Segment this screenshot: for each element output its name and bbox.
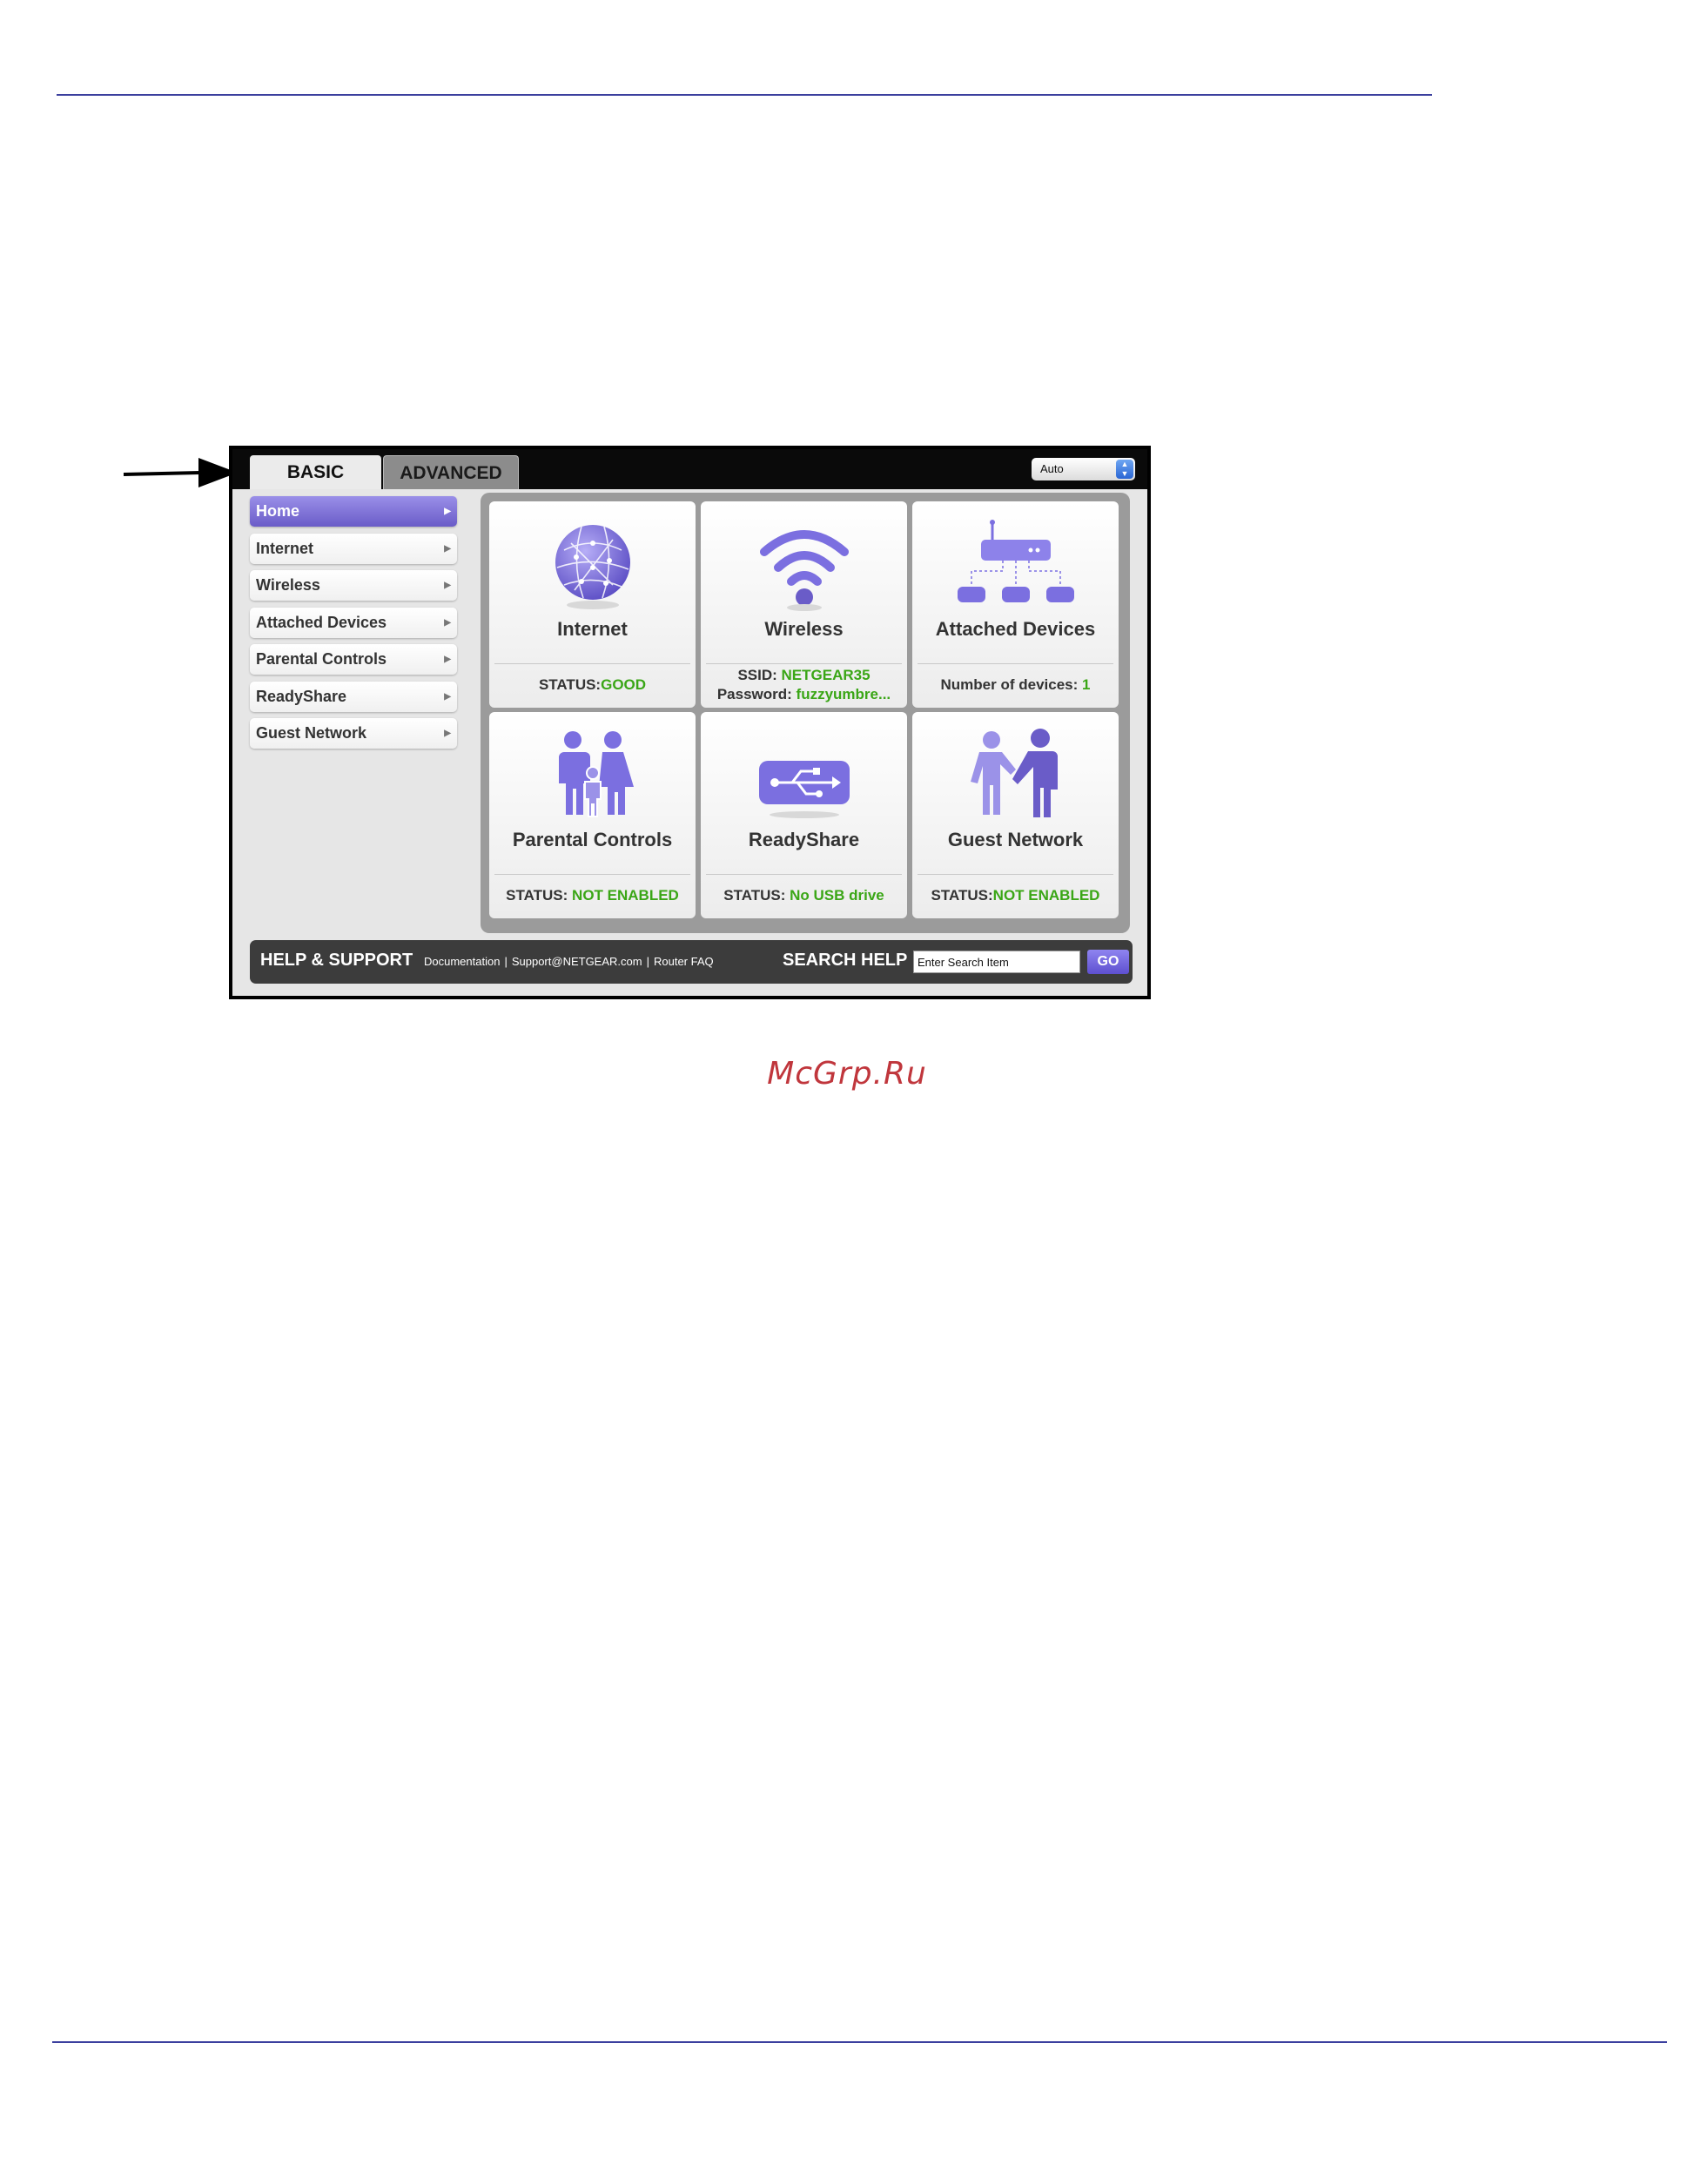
- sidebar-item-internet[interactable]: Internet ▶: [250, 533, 457, 564]
- ssid-value: NETGEAR35: [781, 667, 871, 683]
- wifi-icon: [759, 530, 849, 611]
- sidebar-item-readyshare[interactable]: ReadyShare ▶: [250, 681, 457, 712]
- card-title: Parental Controls: [512, 829, 673, 850]
- card-status: STATUS: No USB drive: [723, 887, 884, 904]
- sidebar-item-label: Parental Controls: [256, 650, 387, 668]
- network-devices-icon: [957, 520, 1074, 602]
- sidebar: Home ▶ Internet ▶ Wireless ▶ Attached De…: [250, 496, 457, 756]
- support-email-link[interactable]: Support@NETGEAR.com: [512, 955, 642, 968]
- card-status: STATUS: NOT ENABLED: [506, 887, 679, 904]
- tab-advanced[interactable]: ADVANCED: [383, 455, 519, 489]
- select-arrows-icon: ▲ ▼: [1116, 460, 1133, 479]
- card-title: ReadyShare: [748, 829, 860, 850]
- top-rule: [57, 94, 1432, 96]
- router-faq-link[interactable]: Router FAQ: [654, 955, 714, 968]
- family-icon: [558, 731, 634, 817]
- router-admin-window: BASIC ADVANCED Auto ▲ ▼ Home ▶ Internet ▶…: [229, 446, 1151, 999]
- sidebar-item-label: Internet: [256, 539, 314, 557]
- sidebar-item-wireless[interactable]: Wireless ▶: [250, 570, 457, 601]
- usb-icon: [758, 761, 850, 818]
- card-status: Number of devices: 1: [940, 676, 1091, 693]
- handshake-icon: [970, 729, 1058, 817]
- chevron-right-icon: ▶: [444, 655, 451, 664]
- chevron-right-icon: ▶: [444, 507, 451, 516]
- dashboard-grid: Internet STATUS:GOOD Wireless SSID: NETG…: [481, 493, 1130, 933]
- chevron-right-icon: ▶: [444, 729, 451, 738]
- sidebar-item-label: Home: [256, 502, 300, 520]
- sidebar-item-label: Attached Devices: [256, 613, 387, 631]
- help-title: HELP & SUPPORT: [260, 951, 413, 970]
- card-internet[interactable]: Internet STATUS:GOOD: [489, 501, 696, 708]
- sidebar-item-label: Wireless: [256, 576, 320, 594]
- chevron-right-icon: ▶: [444, 581, 451, 590]
- search-input[interactable]: [913, 951, 1080, 973]
- card-readyshare[interactable]: ReadyShare STATUS: No USB drive: [701, 712, 907, 918]
- language-select-value: Auto: [1040, 462, 1064, 475]
- status-value: NOT ENABLED: [572, 887, 679, 904]
- go-button[interactable]: GO: [1087, 950, 1129, 974]
- chevron-right-icon: ▶: [444, 543, 451, 554]
- chevron-right-icon: ▶: [444, 617, 451, 628]
- card-status: SSID: NETGEAR35 Password: fuzzyumbre...: [716, 667, 891, 702]
- card-wireless[interactable]: Wireless SSID: NETGEAR35 Password: fuzzy…: [701, 501, 907, 708]
- watermark-text: McGrp.Ru: [767, 1056, 927, 1092]
- chevron-right-icon: ▶: [444, 691, 451, 702]
- sidebar-item-guest-network[interactable]: Guest Network ▶: [250, 718, 457, 749]
- card-status: STATUS:GOOD: [538, 676, 647, 693]
- password-value: fuzzyumbre...: [796, 686, 891, 702]
- sidebar-item-parental-controls[interactable]: Parental Controls ▶: [250, 644, 457, 675]
- status-value: GOOD: [601, 676, 647, 693]
- card-parental-controls[interactable]: Parental Controls STATUS: NOT ENABLED: [489, 712, 696, 918]
- globe-icon: [555, 525, 630, 609]
- top-bar: BASIC ADVANCED Auto ▲ ▼: [232, 449, 1147, 489]
- help-support-bar: HELP & SUPPORT Documentation | Support@NET…: [250, 940, 1133, 984]
- bottom-rule: [52, 2041, 1667, 2043]
- card-title: Guest Network: [947, 829, 1084, 850]
- callout-arrow-icon: [123, 458, 238, 487]
- sidebar-item-label: Guest Network: [256, 724, 367, 742]
- device-count: 1: [1082, 676, 1091, 693]
- sidebar-item-label: ReadyShare: [256, 687, 347, 705]
- card-title: Internet: [557, 618, 628, 640]
- card-status: STATUS:NOT ENABLED: [931, 887, 1100, 904]
- documentation-link[interactable]: Documentation: [424, 955, 500, 968]
- card-title: Attached Devices: [935, 618, 1096, 640]
- sidebar-item-home[interactable]: Home ▶: [250, 496, 457, 527]
- language-select[interactable]: Auto ▲ ▼: [1032, 458, 1135, 480]
- tab-basic[interactable]: BASIC: [250, 455, 381, 489]
- search-help-label: SEARCH HELP: [783, 951, 908, 970]
- card-guest-network[interactable]: Guest Network STATUS:NOT ENABLED: [912, 712, 1119, 918]
- sidebar-item-attached-devices[interactable]: Attached Devices ▶: [250, 607, 457, 638]
- status-value: No USB drive: [790, 887, 884, 904]
- card-title: Wireless: [764, 618, 844, 640]
- help-links: Documentation | Support@NETGEAR.com | Router…: [424, 955, 714, 968]
- card-attached-devices[interactable]: Attached Devices Number of devices: 1: [912, 501, 1119, 708]
- status-value: NOT ENABLED: [992, 887, 1100, 904]
